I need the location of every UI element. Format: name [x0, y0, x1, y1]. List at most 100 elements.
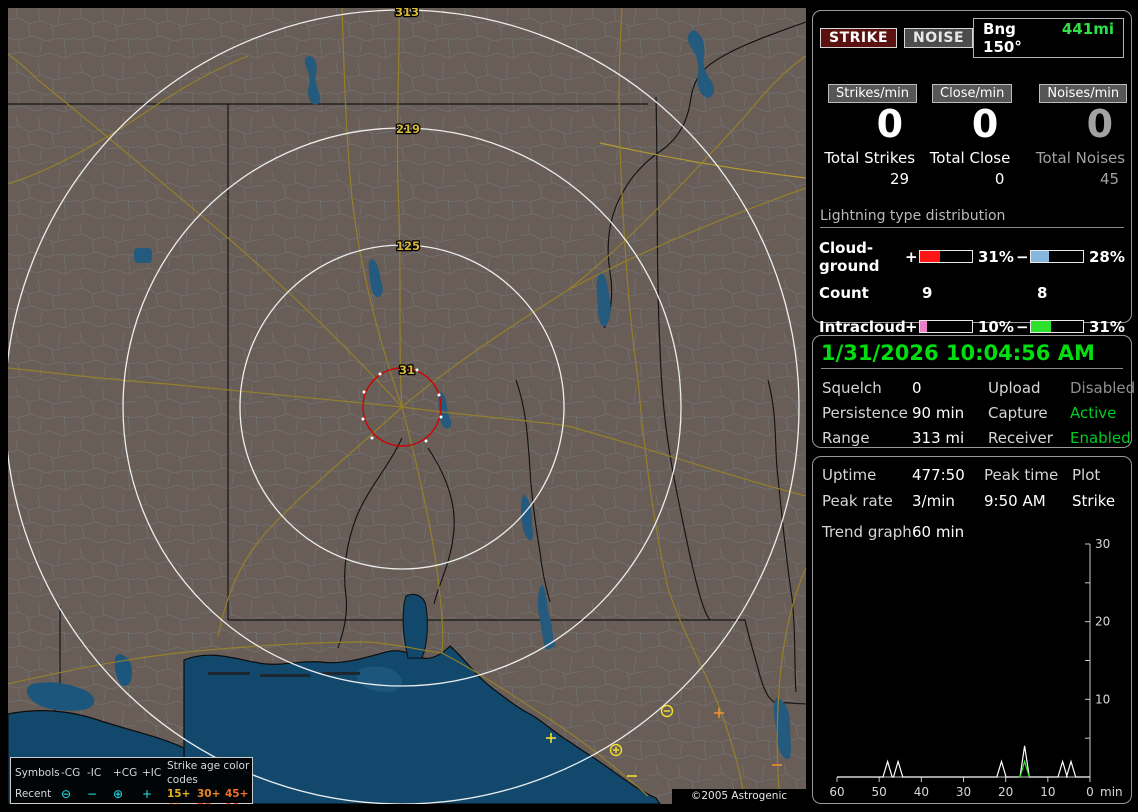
total-strikes-value: 29: [889, 169, 910, 188]
plus-icon: +: [142, 787, 153, 801]
cg-positive-pct: 31%: [978, 247, 1014, 266]
legend-col-pos-ic: +IC: [142, 767, 162, 779]
cg-positive-bar: [919, 250, 973, 264]
range-value: 313 mi: [912, 429, 965, 447]
ic-negative-pct: 31%: [1089, 317, 1125, 336]
circle-plus-icon: ⊕: [113, 801, 142, 804]
age-30: 30+: [197, 788, 221, 800]
plot-label: Plot: [1072, 466, 1101, 484]
close-per-min-counter: Close/min 0 Total Close 0: [917, 82, 1013, 188]
ring-label-313: 313: [395, 8, 419, 19]
close-per-min-chip[interactable]: Close/min: [932, 84, 1013, 103]
bearing-readout: Bng 150° 441mi: [973, 18, 1124, 58]
legend-row-recent: Recent ⊖ − ⊕ + 15+ 30+ 45+: [15, 787, 252, 801]
total-close-value: 0: [994, 169, 1005, 188]
cg-negative-pct: 28%: [1089, 247, 1125, 266]
count-label: Count: [819, 283, 869, 302]
age-75: 75+: [197, 801, 225, 804]
total-noises-label: Total Noises: [1035, 148, 1126, 167]
cloud-ground-row: Cloud-ground + 31% − 28%: [819, 239, 1125, 275]
mode-tabs: STRIKE NOISE Bng 150° 441mi: [820, 18, 1124, 58]
peak-rate-label: Peak rate: [822, 492, 893, 510]
receiver-label: Receiver: [988, 429, 1053, 447]
strike-tab-button[interactable]: STRIKE: [820, 28, 898, 48]
legend-row-old: Old ⊖ − ⊕ + 60+ 75+ 90+: [15, 801, 252, 804]
noise-tab-button[interactable]: NOISE: [904, 28, 974, 48]
strike-stats-panel: STRIKE NOISE Bng 150° 441mi Strikes/min …: [812, 10, 1132, 363]
map-legend: Symbols -CG -IC +CG +IC Strike age color…: [10, 757, 253, 804]
age-45: 45+: [225, 788, 249, 800]
circle-minus-icon: ⊖: [61, 801, 87, 804]
persistence-label: Persistence: [822, 404, 908, 422]
trend-series-strike-rate: [837, 745, 1090, 778]
rate-counters: Strikes/min 0 Total Strikes 29 Close/min…: [819, 82, 1128, 188]
copyright-text: ©2005 Astrogenic Systems: [672, 789, 806, 804]
ic-negative-bar: [1030, 320, 1084, 334]
cg-negative-bar: [1030, 250, 1084, 264]
capture-status: Active: [1070, 404, 1117, 422]
capture-label: Capture: [988, 404, 1048, 422]
minus-icon: −: [87, 787, 98, 801]
noises-per-min-counter: Noises/min 0 Total Noises 45: [1012, 82, 1128, 188]
plus-icon: +: [142, 801, 167, 804]
svg-text:50: 50: [872, 785, 887, 799]
ic-positive-bar: [919, 320, 973, 334]
uptime-grid: Uptime 477:50 Peak time Plot Peak rate 3…: [822, 466, 1131, 510]
svg-text:20: 20: [1095, 615, 1110, 629]
intracloud-row: Intracloud + 10% − 31%: [819, 318, 1125, 336]
svg-text:min: min: [1100, 785, 1123, 799]
trend-graph: 60 50 40 30 20 10 0 min 10 20 30: [829, 537, 1123, 799]
minus-sign: −: [1016, 247, 1029, 266]
distribution-title: Lightning type distribution: [820, 208, 1124, 228]
squelch-value: 0: [912, 379, 922, 397]
squelch-label: Squelch: [822, 379, 882, 397]
circle-minus-icon: ⊖: [61, 787, 72, 801]
svg-text:60: 60: [829, 785, 844, 799]
intracloud-label: Intracloud: [819, 317, 906, 336]
svg-text:30: 30: [956, 785, 971, 799]
age-90: 90+: [225, 801, 252, 804]
age-15: 15+: [167, 788, 191, 800]
persistence-value: 90 min: [912, 404, 965, 422]
upload-status: Disabled: [1070, 379, 1136, 397]
strike-map[interactable]: 313 219 125 31 Symbols -CG -IC +CG +IC S…: [8, 8, 806, 804]
ring-label-219: 219: [396, 122, 420, 136]
legend-col-neg-ic: -IC: [87, 767, 102, 779]
legend-symbols-label: Symbols: [15, 767, 60, 779]
ring-label-125: 125: [396, 239, 420, 253]
cloud-ground-label: Cloud-ground: [819, 238, 880, 275]
cg-positive-count: 9: [922, 283, 933, 302]
total-noises-value: 45: [1100, 169, 1120, 188]
minus-icon: −: [87, 801, 113, 804]
strikes-per-min-chip[interactable]: Strikes/min: [828, 84, 918, 103]
svg-text:0: 0: [1086, 785, 1094, 799]
legend-age-title: Strike age color codes: [167, 760, 250, 786]
bearing-distance: 441mi: [1061, 20, 1114, 38]
svg-text:10: 10: [1095, 692, 1110, 706]
map-canvas: 313 219 125 31: [8, 8, 806, 804]
ring-label-31: 31: [399, 363, 415, 377]
trend-panel: Uptime 477:50 Peak time Plot Peak rate 3…: [812, 456, 1132, 804]
cloud-ground-count-row: Count 9 8: [819, 284, 1125, 302]
total-close-label: Total Close: [929, 148, 1011, 167]
strikes-per-min-counter: Strikes/min 0 Total Strikes 29: [819, 82, 918, 188]
uptime-label: Uptime: [822, 466, 877, 484]
peak-rate-value: 3/min: [912, 492, 955, 510]
ic-positive-pct: 10%: [978, 317, 1014, 336]
svg-text:30: 30: [1095, 537, 1110, 551]
svg-text:40: 40: [914, 785, 929, 799]
noises-per-min-chip[interactable]: Noises/min: [1039, 84, 1128, 103]
svg-text:10: 10: [1040, 785, 1055, 799]
status-panel: 1/31/2026 10:04:56 AM Squelch 0 Upload D…: [812, 335, 1135, 448]
peak-time-value: 9:50 AM: [984, 492, 1046, 510]
legend-old-label: Old: [15, 801, 61, 804]
legend-header: Symbols -CG -IC +CG +IC Strike age color…: [15, 759, 252, 787]
cg-negative-count: 8: [1037, 283, 1048, 302]
strikes-per-min-value: 0: [876, 102, 904, 146]
status-grid: Squelch 0 Upload Disabled Persistence 90…: [822, 379, 1135, 447]
minus-sign: −: [1016, 317, 1029, 336]
age-60: 60+: [167, 801, 197, 804]
peak-time-label: Peak time: [984, 466, 1059, 484]
legend-recent-label: Recent: [15, 788, 52, 800]
uptime-value: 477:50: [912, 466, 965, 484]
